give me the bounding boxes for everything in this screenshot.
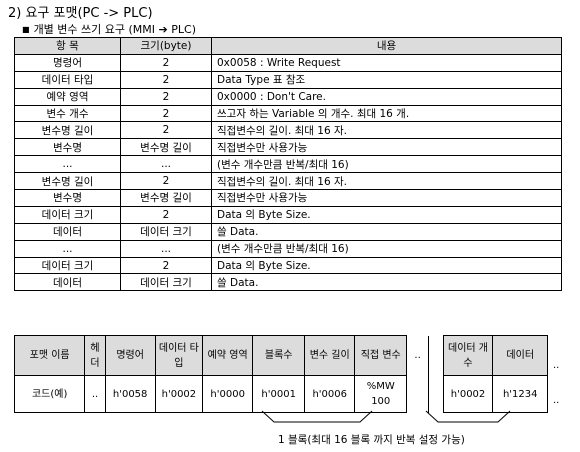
- block-note: 1 블록(최대 16 블록 까지 반복 설정 가능): [278, 434, 465, 446]
- block-brace-icon: [261, 410, 511, 423]
